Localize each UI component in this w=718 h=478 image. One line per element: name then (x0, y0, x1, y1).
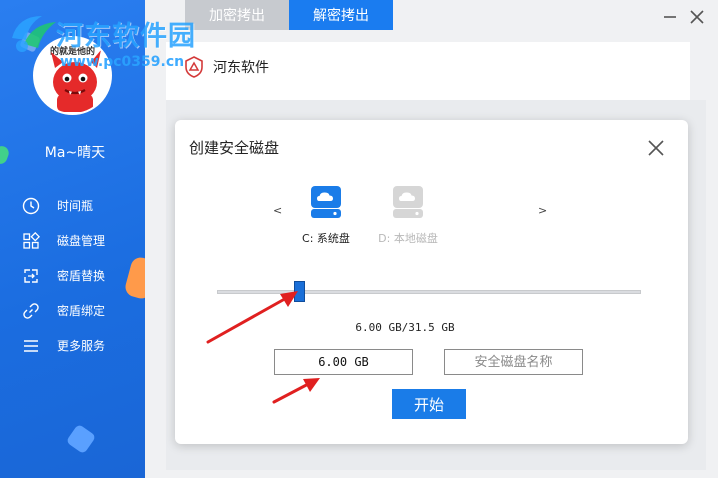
disk-label: D: 本地磁盘 (378, 232, 438, 245)
disk-option-d[interactable]: D: 本地磁盘 (371, 184, 445, 246)
cloud-disk-icon (311, 186, 341, 218)
disk-option-c[interactable]: C: 系统盘 (293, 184, 359, 246)
sidebar-item-label: 磁盘管理 (57, 234, 106, 248)
disk-name-input[interactable] (444, 349, 583, 375)
brand-label: 河东软件 (213, 60, 269, 76)
cloud-disk-icon (393, 186, 423, 218)
window-close-button[interactable] (688, 8, 706, 26)
start-button[interactable]: 开始 (392, 389, 466, 419)
disk-next-button[interactable]: > (538, 204, 547, 217)
watermark-url: www.pc0359.cn (60, 54, 185, 70)
top-bar: 加密拷出 解密拷出 (145, 0, 718, 34)
size-readout: 6.00 GB/31.5 GB (355, 321, 455, 334)
minimize-icon (664, 16, 676, 18)
close-icon (690, 10, 704, 24)
sidebar-item-label: 密盾替换 (57, 269, 106, 283)
sidebar-item-label: 时间瓶 (57, 199, 94, 213)
sidebar-item-more-services[interactable]: 更多服务 (0, 328, 145, 363)
link-icon (21, 301, 41, 321)
disk-prev-button[interactable]: < (273, 204, 282, 217)
watermark: 河东软件园 www.pc0359.cn (8, 10, 208, 70)
close-icon (648, 140, 664, 156)
sidebar-item-shield-bind[interactable]: 密盾绑定 (0, 293, 145, 328)
username: Ma~晴天 (44, 145, 106, 161)
disk-size-slider-thumb[interactable] (294, 281, 305, 302)
disk-label: C: 系统盘 (302, 232, 350, 245)
swap-icon (21, 266, 41, 286)
create-secure-disk-dialog: 创建安全磁盘 < C: 系统盘 D: 本地磁盘 > 6.00 GB/31.5 G… (175, 120, 688, 444)
minimize-button[interactable] (661, 8, 679, 26)
sidebar-item-label: 更多服务 (57, 339, 106, 353)
menu-icon (21, 336, 41, 356)
decoration-light-shape (65, 423, 97, 455)
dialog-title: 创建安全磁盘 (189, 139, 280, 157)
dialog-close-button[interactable] (645, 137, 667, 159)
sidebar-nav: 时间瓶 磁盘管理 密盾替换 密盾绑定 更多服务 (0, 188, 145, 363)
watermark-logo-icon (12, 16, 56, 52)
tab-decrypt-export[interactable]: 解密拷出 (289, 0, 393, 30)
disk-size-input[interactable] (274, 349, 413, 375)
watermark-title: 河东软件园 (56, 21, 196, 52)
clock-icon (21, 196, 41, 216)
sidebar: 的就是他的 Ma~晴天 时间瓶 磁盘管理 密盾替换 密盾绑定 更多服务 (0, 0, 145, 478)
disk-size-slider-track[interactable] (217, 290, 641, 294)
brand-card: 河东软件 (166, 42, 690, 100)
sidebar-item-time-bottle[interactable]: 时间瓶 (0, 188, 145, 223)
sidebar-item-shield-replace[interactable]: 密盾替换 (0, 258, 145, 293)
grid-icon (21, 231, 41, 251)
sidebar-item-label: 密盾绑定 (57, 304, 106, 318)
sidebar-item-disk-management[interactable]: 磁盘管理 (0, 223, 145, 258)
